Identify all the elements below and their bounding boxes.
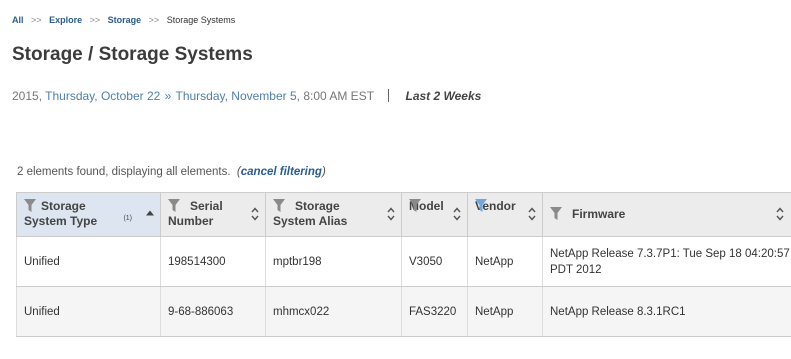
sort-order-indicator: (1) <box>123 215 132 222</box>
column-header-label: Firmware <box>572 207 626 221</box>
cell-vendor: NetApp <box>467 236 543 287</box>
cell-storage-system-alias: mptbr198 <box>265 236 402 287</box>
results-summary-text: 2 elements found, displaying all element… <box>17 166 231 178</box>
cancel-filtering-close-paren: ) <box>321 166 326 178</box>
sort-updown-icon[interactable] <box>776 207 784 221</box>
cell-model: FAS3220 <box>401 286 468 337</box>
cell-serial-number: 9-68-886063 <box>160 286 266 337</box>
breadcrumb-current: Storage Systems <box>166 15 236 25</box>
cell-storage-system-type: Unified <box>16 236 161 287</box>
breadcrumb-separator: >> <box>31 15 42 25</box>
page-title: Storage / Storage Systems <box>12 44 253 65</box>
column-header-label: Storage <box>41 199 86 213</box>
date-range-preset[interactable]: Last 2 Weeks <box>406 89 482 103</box>
column-header-label: System Alias <box>273 214 348 228</box>
breadcrumb-link-all[interactable]: All <box>12 15 24 25</box>
funnel-icon[interactable] <box>24 199 36 213</box>
date-range-end[interactable]: Thursday, November 5 <box>175 89 296 103</box>
breadcrumb-separator: >> <box>89 15 101 25</box>
column-header-model[interactable]: Model <box>401 192 468 237</box>
date-range-divider <box>388 89 390 102</box>
column-header-vendor[interactable]: Vendor <box>467 192 543 237</box>
column-header-firmware[interactable]: Firmware <box>542 192 791 237</box>
breadcrumb-separator: >> <box>148 15 160 25</box>
column-header-label: Number <box>168 214 214 228</box>
column-header-storage-system-type[interactable]: Storage System Type (1) <box>16 192 161 237</box>
sort-updown-icon[interactable] <box>528 207 536 221</box>
funnel-icon[interactable] <box>550 207 562 221</box>
cancel-filtering: (cancel filtering) <box>234 166 326 178</box>
sort-updown-icon[interactable] <box>453 207 461 221</box>
cell-storage-system-type: Unified <box>16 286 161 337</box>
date-range-time: , 8:00 AM EST <box>296 89 374 103</box>
cell-vendor: NetApp <box>467 286 543 337</box>
cell-model: V3050 <box>401 236 468 287</box>
table-row[interactable]: Unified 9-68-886063 mhmcx022 FAS3220 Net… <box>16 286 791 337</box>
column-header-storage-system-alias[interactable]: Storage System Alias <box>265 192 402 237</box>
breadcrumb: All >> Explore >> Storage >> Storage Sys… <box>12 15 235 25</box>
funnel-icon-active[interactable] <box>475 199 487 213</box>
column-header-serial-number[interactable]: Serial Number <box>160 192 266 237</box>
sort-updown-icon[interactable] <box>387 207 395 221</box>
breadcrumb-link-storage[interactable]: Storage <box>108 15 142 25</box>
breadcrumb-link-explore[interactable]: Explore <box>49 15 82 25</box>
cell-firmware: NetApp Release 8.3.1RC1 <box>542 286 791 337</box>
cell-storage-system-alias: mhmcx022 <box>265 286 402 337</box>
funnel-icon[interactable] <box>273 199 285 213</box>
cancel-filtering-link[interactable]: cancel filtering <box>241 166 322 178</box>
funnel-icon[interactable] <box>409 199 421 213</box>
date-range-bar: 2015, Thursday, October 22 » Thursday, N… <box>12 89 481 103</box>
date-range-year: 2015, <box>12 89 43 103</box>
table-row[interactable]: Unified 198514300 mptbr198 V3050 NetApp … <box>16 236 791 287</box>
date-range-arrow: » <box>164 89 172 103</box>
funnel-icon[interactable] <box>168 199 180 213</box>
cell-firmware: NetApp Release 7.3.7P1: Tue Sep 18 04:20… <box>542 236 791 287</box>
date-range-start[interactable]: Thursday, October 22 <box>45 89 160 103</box>
results-summary: 2 elements found, displaying all element… <box>17 166 326 178</box>
sort-ascending-icon[interactable] <box>146 209 154 217</box>
sort-updown-icon[interactable] <box>251 207 259 221</box>
storage-systems-table: Storage System Type (1) Serial Number St… <box>16 192 791 337</box>
cell-serial-number: 198514300 <box>160 236 266 287</box>
table-header-row: Storage System Type (1) Serial Number St… <box>16 192 791 237</box>
column-header-label: Storage <box>295 199 340 213</box>
